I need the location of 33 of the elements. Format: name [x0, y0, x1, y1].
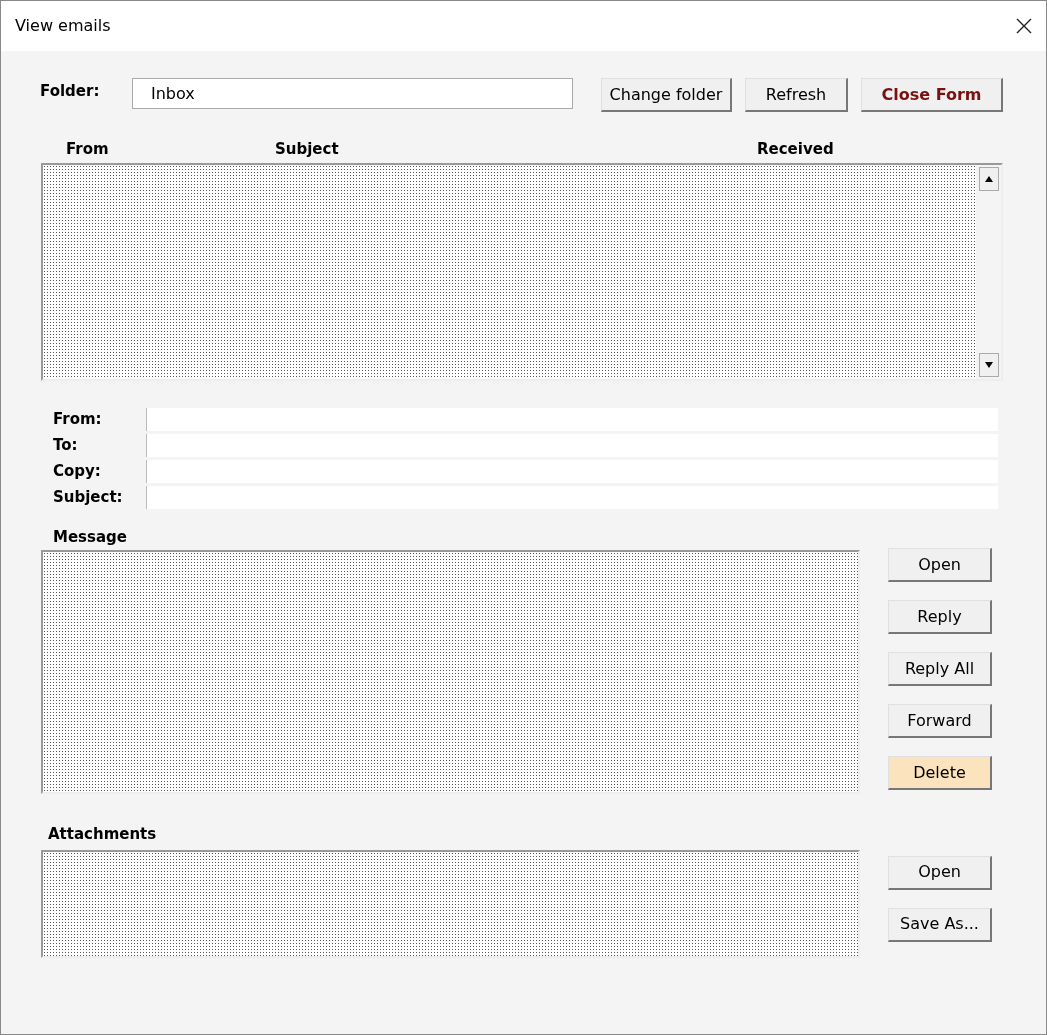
window-title: View emails	[15, 15, 111, 37]
detail-label: Subject:	[53, 486, 124, 508]
email-list[interactable]	[41, 162, 1003, 381]
detail-field[interactable]	[146, 485, 998, 509]
close-form-button[interactable]: Close Form	[861, 78, 1003, 112]
scrollbar[interactable]	[976, 164, 1001, 379]
detail-label: From:	[53, 408, 103, 430]
form-button[interactable]: Reply	[888, 600, 992, 634]
form-button[interactable]: Open	[888, 548, 992, 582]
form-button[interactable]: Open	[888, 855, 992, 890]
attachments-label: Attachments	[48, 824, 158, 845]
form-button[interactable]: Forward	[888, 704, 992, 738]
attachments-box[interactable]	[41, 849, 860, 958]
message-label: Message	[53, 526, 128, 548]
detail-label: To:	[53, 434, 79, 456]
column-header[interactable]: Received	[757, 138, 834, 161]
detail-label: Copy:	[53, 460, 102, 482]
form-button[interactable]: Delete	[888, 756, 992, 790]
column-header[interactable]: From	[66, 138, 275, 161]
detail-field[interactable]	[146, 433, 998, 457]
form-button[interactable]: Change folder	[601, 78, 732, 112]
scroll-down-icon[interactable]	[978, 352, 999, 377]
detail-field[interactable]	[146, 407, 998, 431]
folder-field[interactable]: Inbox	[132, 78, 573, 109]
detail-field[interactable]	[146, 459, 998, 483]
form-button[interactable]: Refresh	[745, 78, 848, 112]
close-icon[interactable]	[1016, 18, 1032, 34]
scroll-up-icon[interactable]	[978, 166, 999, 191]
folder-label: Folder:	[40, 81, 101, 102]
form-button[interactable]: Reply All	[888, 652, 992, 686]
message-box[interactable]	[41, 550, 860, 794]
form-button[interactable]: Save As...	[888, 907, 992, 942]
column-header[interactable]: Subject	[275, 138, 757, 161]
